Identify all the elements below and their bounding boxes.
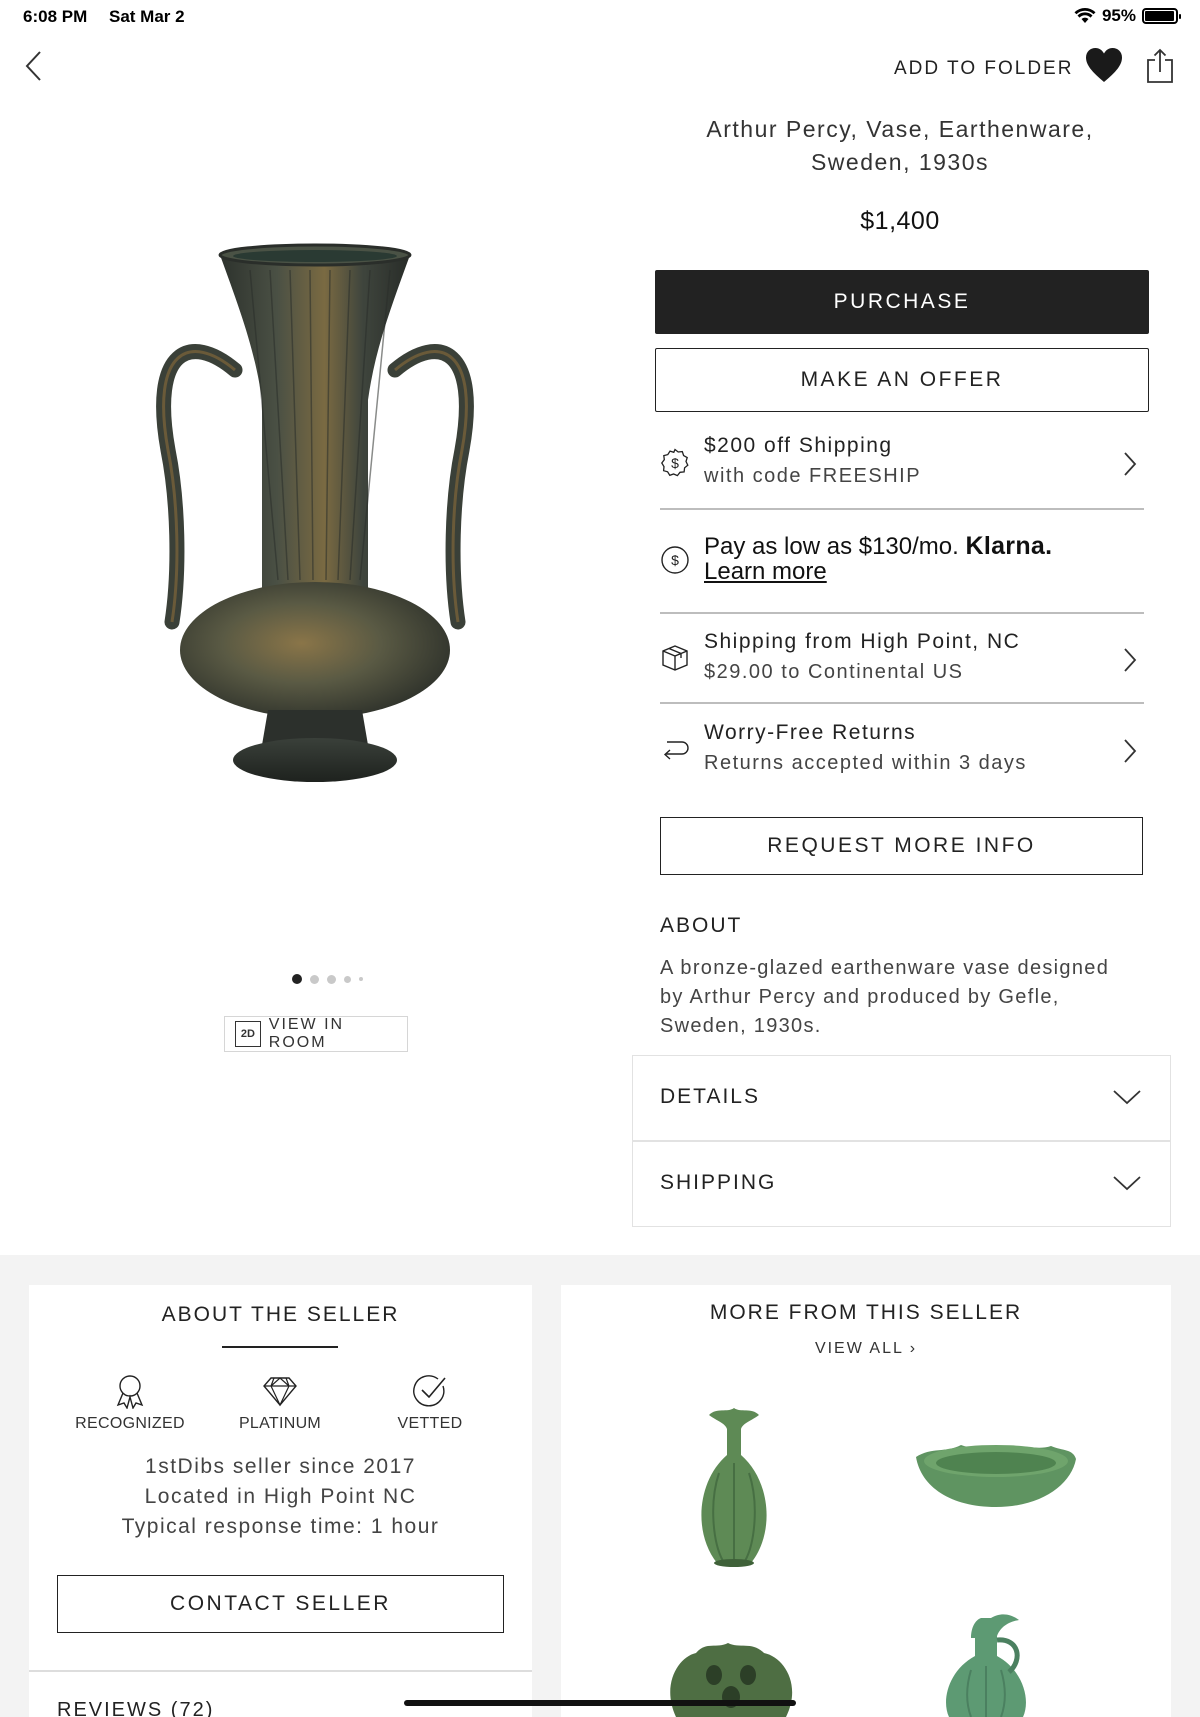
- platinum-label: PLATINUM: [238, 1415, 322, 1432]
- carousel-dots[interactable]: [292, 974, 363, 984]
- shipping-promo-row[interactable]: $ $200 off Shipping with code FREESHIP: [660, 432, 1144, 498]
- carousel-dot[interactable]: [344, 975, 351, 983]
- status-date: Sat Mar 2: [109, 7, 185, 26]
- home-indicator: [404, 1700, 796, 1706]
- shipping-label: SHIPPING: [660, 1171, 777, 1194]
- klarna-logo: Klarna.: [965, 532, 1053, 560]
- product-thumbnail[interactable]: [679, 1403, 789, 1573]
- about-description: A bronze-glazed earthenware vase designe…: [660, 957, 1110, 1037]
- seller-info: 1stDibs seller since 2017 Located in Hig…: [29, 1452, 532, 1542]
- seller-since: 1stDibs seller since 2017: [145, 1455, 416, 1478]
- seller-response-time: Typical response time: 1 hour: [121, 1515, 440, 1538]
- recognized-badge: RECOGNIZED: [60, 1373, 200, 1433]
- svg-text:$: $: [671, 552, 679, 568]
- details-label: DETAILS: [660, 1085, 760, 1108]
- status-time: 6:08 PM: [23, 7, 88, 26]
- carousel-dot[interactable]: [327, 974, 336, 984]
- product-thumbnail[interactable]: [931, 1610, 1041, 1717]
- klarna-row: $ Pay as low as $130/mo. Klarna. Learn m…: [660, 532, 1144, 592]
- diamond-icon: [263, 1377, 297, 1407]
- view-in-room-button[interactable]: 2D VIEW IN ROOM: [224, 1016, 408, 1052]
- reviews-heading[interactable]: REVIEWS (72): [57, 1699, 214, 1717]
- more-from-seller-card: MORE FROM THIS SELLER VIEW ALL ›: [561, 1285, 1171, 1717]
- shipping-origin: Shipping from High Point, NC: [704, 630, 1021, 653]
- share-icon[interactable]: [1146, 48, 1174, 84]
- view-2d-icon: 2D: [235, 1021, 261, 1047]
- more-from-seller-heading: MORE FROM THIS SELLER: [709, 1301, 1023, 1324]
- shipping-cost: $29.00 to Continental US: [704, 661, 964, 683]
- return-arrow-icon: [663, 741, 689, 760]
- seller-heading-underline: [222, 1346, 338, 1348]
- seller-heading: ABOUT THE SELLER: [161, 1303, 400, 1326]
- wifi-icon: [1074, 8, 1096, 23]
- returns-policy: Returns accepted within 3 days: [704, 752, 1027, 774]
- vetted-label: VETTED: [397, 1415, 463, 1432]
- heart-icon[interactable]: [1084, 46, 1124, 84]
- add-to-folder-button[interactable]: ADD TO FOLDER: [894, 58, 1073, 80]
- learn-more-link[interactable]: Learn more: [704, 558, 827, 586]
- product-thumbnail[interactable]: [911, 1435, 1081, 1515]
- carousel-dot[interactable]: [310, 974, 319, 984]
- returns-row[interactable]: Worry-Free Returns Returns accepted with…: [660, 717, 1144, 783]
- details-accordion[interactable]: DETAILS: [632, 1055, 1171, 1141]
- carousel-dot[interactable]: [292, 974, 302, 984]
- svg-text:$: $: [671, 455, 679, 471]
- recognized-label: RECOGNIZED: [75, 1415, 185, 1432]
- chevron-right-icon: [1124, 739, 1137, 763]
- battery-icon: [1142, 8, 1181, 24]
- seller-card: ABOUT THE SELLER RECOGNIZED PLATINUM VET…: [29, 1285, 532, 1717]
- about-heading: ABOUT: [660, 914, 743, 937]
- status-right: 95%: [1074, 6, 1181, 26]
- seller-divider: [29, 1670, 532, 1672]
- chevron-right-icon: [1124, 648, 1137, 672]
- battery-level: [1145, 11, 1174, 21]
- returns-title: Worry-Free Returns: [704, 721, 917, 744]
- shipping-row[interactable]: Shipping from High Point, NC $29.00 to C…: [660, 626, 1144, 692]
- klarna-prefix: Pay as low as $130/mo.: [704, 533, 959, 560]
- chevron-down-icon: [1113, 1090, 1141, 1105]
- dollar-badge-icon: $: [661, 448, 689, 477]
- view-all-label: VIEW ALL: [814, 1340, 904, 1357]
- row-divider: [660, 702, 1144, 704]
- platinum-badge: PLATINUM: [210, 1373, 350, 1433]
- request-info-button[interactable]: REQUEST MORE INFO: [660, 817, 1143, 875]
- make-offer-button[interactable]: MAKE AN OFFER: [655, 348, 1149, 412]
- product-title: Arthur Percy, Vase, Earthenware, Sweden,…: [706, 116, 1094, 175]
- carousel-dot[interactable]: [359, 977, 363, 981]
- klarna-offer: Pay as low as $130/mo. Klarna.: [704, 532, 1052, 561]
- product-image[interactable]: [150, 240, 480, 810]
- view-in-room-label: VIEW IN ROOM: [268, 1016, 345, 1051]
- status-bar: 6:08 PM Sat Mar 2 95%: [0, 0, 1200, 34]
- shipping-accordion[interactable]: SHIPPING: [632, 1141, 1171, 1227]
- contact-seller-button[interactable]: CONTACT SELLER: [57, 1575, 504, 1633]
- promo-title: $200 off Shipping: [704, 434, 893, 457]
- product-price: $1,400: [860, 207, 940, 235]
- row-divider: [660, 508, 1144, 510]
- battery-percent: 95%: [1101, 6, 1136, 25]
- vetted-badge: VETTED: [360, 1373, 500, 1433]
- purchase-button[interactable]: PURCHASE: [655, 270, 1149, 334]
- view-all-link[interactable]: VIEW ALL ›: [561, 1340, 1171, 1358]
- back-chevron-icon[interactable]: [22, 48, 46, 84]
- chevron-down-icon: [1113, 1176, 1141, 1191]
- seller-location: Located in High Point NC: [144, 1485, 417, 1508]
- chevron-right-icon: [1124, 452, 1137, 476]
- package-icon: [662, 645, 688, 671]
- promo-code: with code FREESHIP: [704, 465, 922, 487]
- chevron-right-icon: ›: [909, 1340, 918, 1357]
- check-circle-icon: [413, 1375, 446, 1407]
- ribbon-icon: [116, 1375, 144, 1409]
- dollar-circle-icon: $: [661, 546, 689, 574]
- row-divider: [660, 612, 1144, 614]
